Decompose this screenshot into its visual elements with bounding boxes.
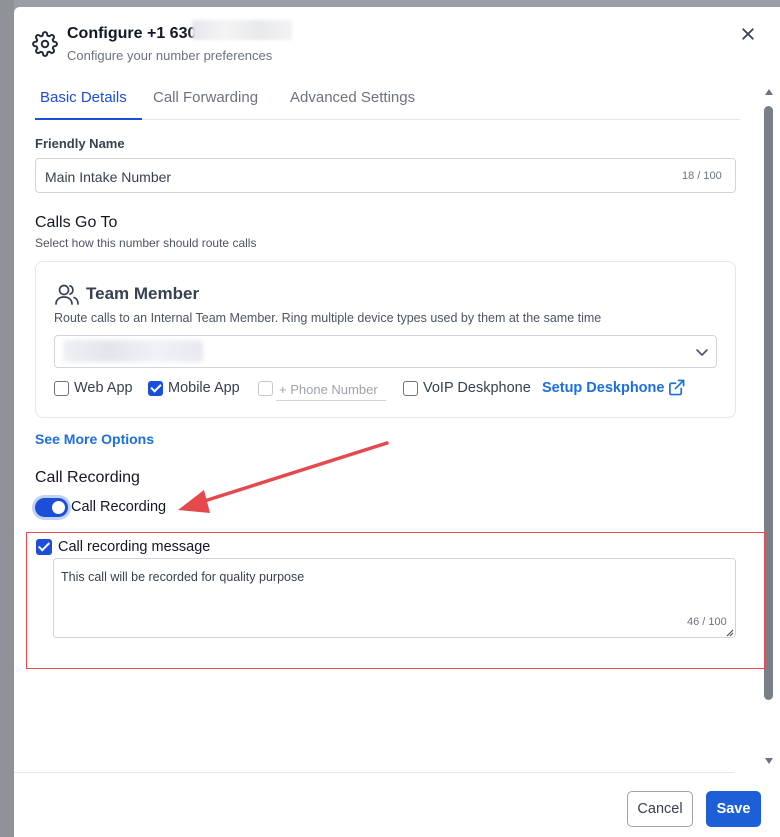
active-tab-indicator [35,118,142,120]
call-recording-toggle[interactable] [35,498,68,517]
friendly-name-input[interactable]: Main Intake Number 18 / 100 [35,158,736,193]
close-icon [742,28,754,40]
backdrop [0,0,14,837]
redacted-number [192,20,292,40]
calls-go-to-title: Calls Go To [35,214,118,231]
tab-basic-details[interactable]: Basic Details [40,89,127,114]
call-recording-message-textarea[interactable]: This call will be recorded for quality p… [53,558,736,638]
friendly-name-counter: 18 / 100 [682,170,722,182]
mobile-app-checkbox[interactable] [148,381,163,396]
external-link-icon[interactable] [668,379,685,396]
users-icon [54,283,80,307]
setup-deskphone-link[interactable]: Setup Deskphone [542,380,664,396]
dialog-title: Configure +1 630- [67,25,202,42]
tab-advanced-settings[interactable]: Advanced Settings [290,89,415,114]
dialog-subtitle: Configure your number preferences [67,48,273,63]
redacted-team-member [63,340,203,362]
call-recording-message-label: Call recording message [58,539,211,555]
team-member-description: Route calls to an Internal Team Member. … [54,311,602,325]
see-more-options-link[interactable]: See More Options [35,431,154,447]
team-member-card: Team Member Route calls to an Internal T… [35,261,736,418]
resize-grip-icon[interactable] [725,628,734,637]
gear-icon [32,31,58,57]
chevron-down-icon [695,345,709,359]
scroll-up-arrow-icon[interactable] [765,89,773,95]
call-recording-toggle-label: Call Recording [71,499,167,515]
tab-call-forwarding[interactable]: Call Forwarding [153,89,258,114]
save-button[interactable]: Save [706,791,761,827]
friendly-name-label: Friendly Name [35,136,125,151]
call-recording-message-counter: 46 / 100 [687,616,727,628]
scroll-down-arrow-icon[interactable] [765,758,773,764]
mobile-app-label: Mobile App [168,380,240,396]
calls-go-to-subtitle: Select how this number should route call… [35,236,257,250]
call-recording-title: Call Recording [35,469,140,486]
phone-number-placeholder: + Phone Number [279,382,378,397]
team-member-title: Team Member [86,284,200,303]
phone-number-input[interactable]: + Phone Number [276,379,386,401]
friendly-name-value: Main Intake Number [45,169,172,185]
tab-bar: Basic Details Call Forwarding Advanced S… [35,89,740,120]
close-button[interactable] [738,24,758,44]
annotation-arrow-icon [178,441,389,513]
web-app-checkbox[interactable] [54,381,69,396]
cancel-button[interactable]: Cancel [627,791,693,827]
configure-number-dialog: Configure +1 630- Configure your number … [14,7,780,837]
footer-divider [14,772,734,773]
phone-number-checkbox[interactable] [258,381,273,396]
voip-deskphone-label: VoIP Deskphone [423,380,531,396]
device-options: Web App Mobile App + Phone Number VoIP D… [54,379,714,401]
team-member-select[interactable] [54,335,717,368]
voip-deskphone-checkbox[interactable] [403,381,418,396]
call-recording-message-value: This call will be recorded for quality p… [61,570,305,584]
web-app-label: Web App [74,380,133,396]
scrollbar-thumb[interactable] [764,106,773,700]
call-recording-message-checkbox[interactable] [36,539,52,555]
